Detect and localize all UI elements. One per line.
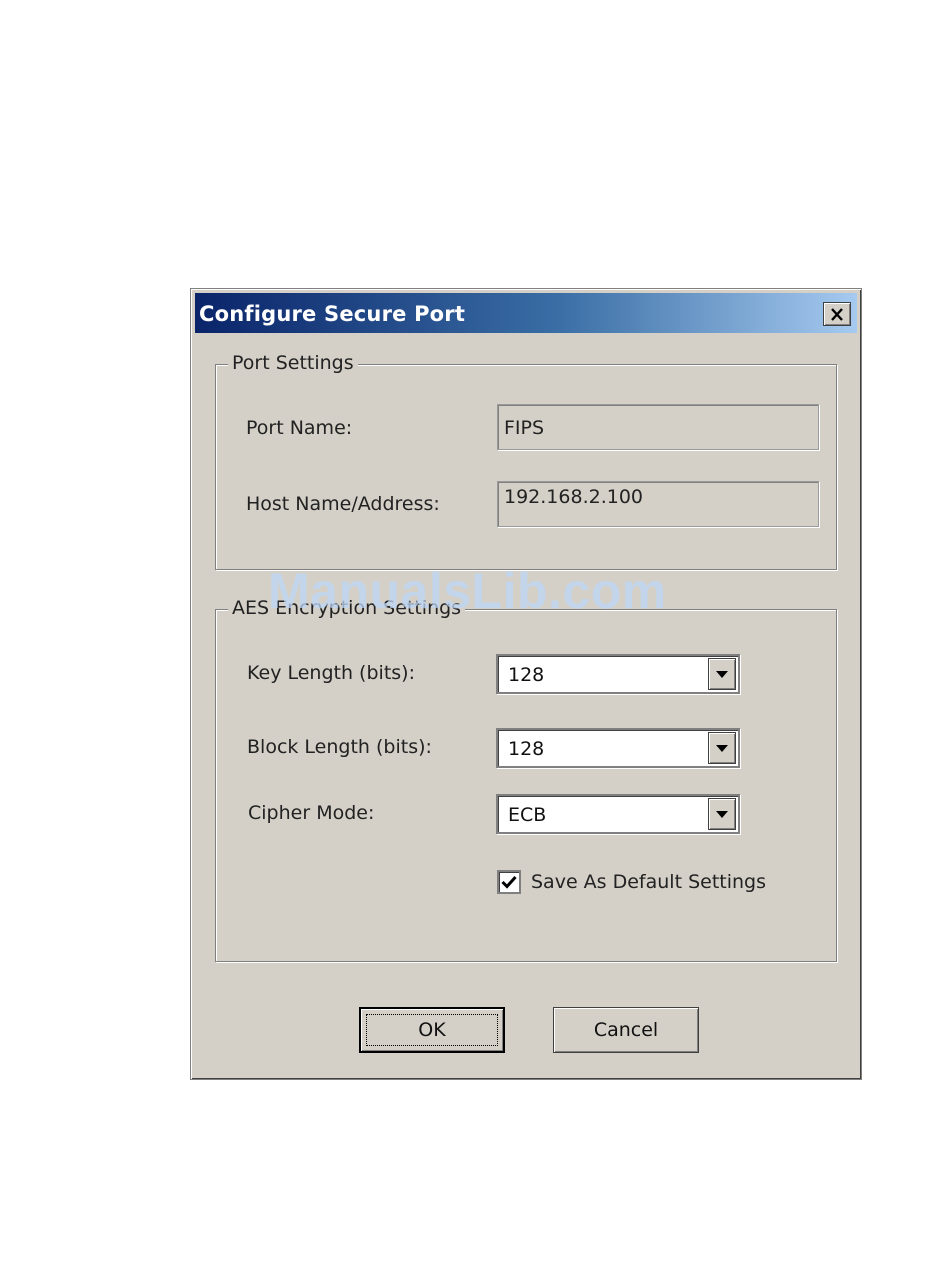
key-length-select[interactable]: 128 xyxy=(496,654,740,694)
key-length-value: 128 xyxy=(508,664,545,686)
chevron-down-icon xyxy=(716,744,728,752)
key-length-dropdown-button[interactable] xyxy=(708,658,736,690)
checkmark-icon xyxy=(501,875,517,889)
focus-ring xyxy=(366,1014,498,1046)
configure-secure-port-dialog: Configure Secure Port Port Settings Port… xyxy=(190,288,862,1080)
cipher-mode-value: ECB xyxy=(508,804,547,826)
chevron-down-icon xyxy=(716,670,728,678)
port-settings-legend: Port Settings xyxy=(228,352,358,374)
aes-settings-legend: AES Encryption Settings xyxy=(228,597,466,619)
ok-button[interactable]: OK xyxy=(359,1007,505,1053)
block-length-dropdown-button[interactable] xyxy=(708,732,736,764)
cipher-mode-select[interactable]: ECB xyxy=(496,794,740,834)
window-title: Configure Secure Port xyxy=(199,302,466,326)
cancel-button[interactable]: Cancel xyxy=(553,1007,699,1053)
save-default-label[interactable]: Save As Default Settings xyxy=(531,871,766,893)
cipher-mode-label: Cipher Mode: xyxy=(248,802,375,824)
cancel-button-label: Cancel xyxy=(593,1019,659,1041)
close-icon xyxy=(831,307,843,321)
port-settings-group: Port Settings xyxy=(215,352,837,570)
port-name-label: Port Name: xyxy=(246,417,353,439)
cipher-mode-dropdown-button[interactable] xyxy=(708,798,736,830)
key-length-label: Key Length (bits): xyxy=(247,662,415,684)
save-default-checkbox[interactable] xyxy=(497,870,521,894)
host-address-label: Host Name/Address: xyxy=(246,493,440,515)
close-button[interactable] xyxy=(823,302,851,326)
host-address-field: 192.168.2.100 xyxy=(497,481,819,527)
block-length-value: 128 xyxy=(508,738,545,760)
block-length-select[interactable]: 128 xyxy=(496,728,740,768)
chevron-down-icon xyxy=(716,810,728,818)
block-length-label: Block Length (bits): xyxy=(247,736,432,758)
port-name-field: FIPS xyxy=(497,404,819,450)
title-bar[interactable]: Configure Secure Port xyxy=(195,293,857,333)
